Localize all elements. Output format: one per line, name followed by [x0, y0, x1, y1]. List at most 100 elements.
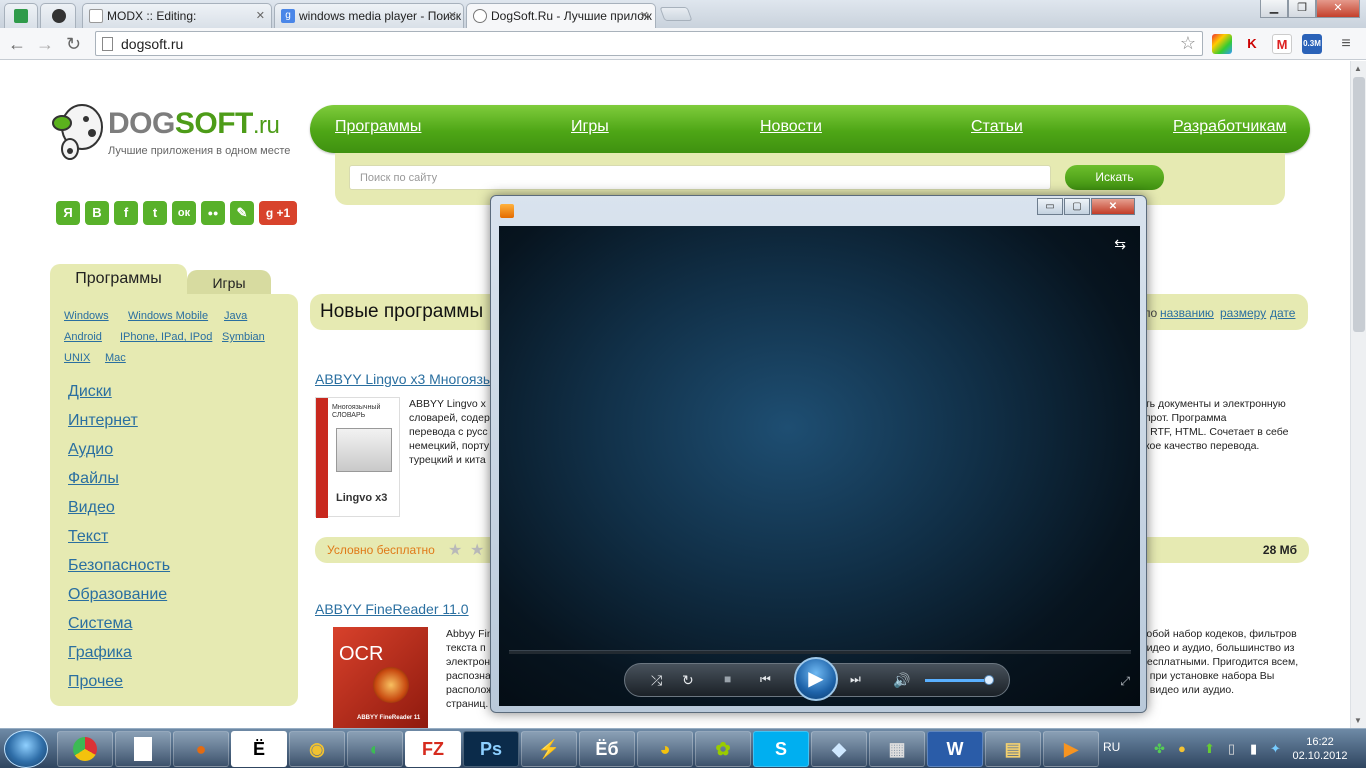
vk-share-icon[interactable]: В: [85, 201, 109, 225]
nav-games[interactable]: Игры: [571, 118, 609, 136]
forward-arrow-icon[interactable]: →: [36, 34, 54, 55]
nav-developers[interactable]: Разработчикам: [1173, 118, 1287, 136]
category-files[interactable]: Файлы: [68, 470, 119, 488]
os-link-windows-mobile[interactable]: Windows Mobile: [128, 310, 208, 322]
nav-articles[interactable]: Статьи: [971, 118, 1023, 136]
shuffle-icon[interactable]: ⤮: [651, 672, 662, 689]
os-link-java[interactable]: Java: [224, 310, 247, 322]
os-link-windows[interactable]: Windows: [64, 310, 109, 322]
taskbar-media-player-icon[interactable]: ▶: [1043, 731, 1099, 767]
scroll-up-icon[interactable]: ▲: [1354, 64, 1362, 73]
sort-by-size[interactable]: размеру: [1220, 306, 1266, 320]
search-button[interactable]: Искать: [1065, 165, 1164, 190]
facebook-share-icon[interactable]: f: [114, 201, 138, 225]
seek-bar[interactable]: [509, 650, 1131, 654]
next-icon[interactable]: ⏭: [850, 672, 861, 687]
tray-device-icon[interactable]: ▯: [1228, 741, 1235, 757]
volume-slider-knob[interactable]: [984, 675, 994, 685]
program-title-finereader[interactable]: ABBYY FineReader 11.0: [315, 601, 469, 617]
tray-chat-icon[interactable]: ●: [1178, 741, 1186, 756]
extension-k-icon[interactable]: K: [1242, 34, 1262, 54]
taskbar-photoshop-icon[interactable]: Ps: [463, 731, 519, 767]
category-internet[interactable]: Интернет: [68, 412, 138, 430]
os-link-iphone[interactable]: IPhone, IPad, IPod: [120, 331, 212, 343]
google-plus-one-button[interactable]: g +1: [259, 201, 297, 225]
taskbar-seo-app-icon[interactable]: ◕: [637, 731, 693, 767]
category-text[interactable]: Текст: [68, 528, 108, 546]
bookmark-star-icon[interactable]: ☆: [1180, 33, 1196, 54]
tab-pinned-bomb[interactable]: [40, 3, 76, 28]
stop-icon[interactable]: ■: [724, 672, 731, 686]
close-tab-icon[interactable]: ✕: [448, 9, 457, 22]
tab-dogsoft[interactable]: DogSoft.Ru - Лучшие прилож ✕: [466, 3, 656, 29]
tab-programs[interactable]: Программы: [50, 264, 187, 296]
category-audio[interactable]: Аудио: [68, 441, 113, 459]
taskbar-green-app-icon[interactable]: ◐: [347, 731, 403, 767]
category-video[interactable]: Видео: [68, 499, 115, 517]
reload-icon[interactable]: ↻: [66, 34, 81, 55]
odnoklassniki-share-icon[interactable]: ок: [172, 201, 196, 225]
os-link-mac[interactable]: Mac: [105, 352, 126, 364]
taskbar-yo-editor-icon[interactable]: Ë: [231, 731, 287, 767]
finereader-box-image[interactable]: OCR ABBYY FineReader 11: [333, 627, 428, 728]
player-close-button[interactable]: ✕: [1091, 198, 1135, 215]
menu-icon[interactable]: ≡: [1336, 34, 1356, 54]
category-education[interactable]: Образование: [68, 586, 167, 604]
system-clock[interactable]: 16:22 02.10.2012: [1290, 735, 1350, 763]
taskbar-yo-app-icon[interactable]: Ёб: [579, 731, 635, 767]
language-indicator[interactable]: RU: [1103, 740, 1120, 754]
taskbar-notepad-icon[interactable]: [115, 731, 171, 767]
tray-arrow-icon[interactable]: ⬆: [1204, 741, 1215, 757]
window-close-button[interactable]: ✕: [1316, 0, 1360, 18]
tab-pinned-sheets[interactable]: [4, 3, 38, 28]
moimir-share-icon[interactable]: ●●: [201, 201, 225, 225]
tray-network-icon[interactable]: ▮: [1250, 741, 1257, 757]
gmail-icon[interactable]: M: [1272, 34, 1292, 54]
player-maximize-button[interactable]: ▢: [1064, 198, 1090, 215]
new-tab-button[interactable]: [659, 7, 693, 21]
os-link-unix[interactable]: UNIX: [64, 352, 90, 364]
livejournal-share-icon[interactable]: ✎: [230, 201, 254, 225]
taskbar-chat-icon[interactable]: ◉: [289, 731, 345, 767]
sort-by-date[interactable]: дате: [1270, 306, 1295, 320]
program-title-lingvo[interactable]: ABBYY Lingvo x3 Многоязы: [315, 371, 493, 387]
yandex-share-icon[interactable]: Я: [56, 201, 80, 225]
taskbar-filezilla-icon[interactable]: FZ: [405, 731, 461, 767]
category-security[interactable]: Безопасность: [68, 557, 170, 575]
taskbar-lightning-app-icon[interactable]: ⚡: [521, 731, 577, 767]
volume-icon[interactable]: 🔊: [893, 672, 910, 689]
taskbar-calculator-icon[interactable]: ▦: [869, 731, 925, 767]
fullscreen-icon[interactable]: ⤢: [1120, 674, 1130, 689]
taskbar-word-icon[interactable]: W: [927, 731, 983, 767]
nav-programs[interactable]: Программы: [335, 118, 421, 136]
nav-news[interactable]: Новости: [760, 118, 822, 136]
tray-clover-icon[interactable]: ✤: [1154, 741, 1165, 757]
scrollbar-thumb[interactable]: [1353, 77, 1365, 332]
volume-slider[interactable]: [925, 679, 989, 682]
twitter-share-icon[interactable]: t: [143, 201, 167, 225]
play-button[interactable]: ▶: [794, 657, 838, 701]
category-other[interactable]: Прочее: [68, 673, 123, 691]
media-player-window[interactable]: ▭ ▢ ✕ ⇆ ⤮ ↻ ■ ⏮ ▶ ⏭ 🔊 ⤢: [490, 195, 1147, 713]
rating-star-icon[interactable]: ★: [470, 540, 484, 560]
site-logo[interactable]: DOGSOFT.ru Лучшие приложения в одном мес…: [48, 97, 298, 167]
os-link-symbian[interactable]: Symbian: [222, 331, 265, 343]
repeat-icon[interactable]: ↻: [682, 672, 694, 689]
taskbar-chrome-icon[interactable]: [57, 731, 113, 767]
video-area[interactable]: ⇆ ⤮ ↻ ■ ⏮ ▶ ⏭ 🔊 ⤢: [499, 226, 1140, 706]
start-button[interactable]: [4, 730, 48, 768]
scroll-down-icon[interactable]: ▼: [1354, 716, 1362, 725]
search-input[interactable]: Поиск по сайту: [349, 165, 1051, 190]
extension-badge-icon[interactable]: 0.3M: [1302, 34, 1322, 54]
category-disks[interactable]: Диски: [68, 383, 112, 401]
tab-google-search[interactable]: g windows media player - Поиск ✕: [274, 3, 464, 28]
switch-to-library-icon[interactable]: ⇆: [1114, 236, 1126, 253]
tray-dropbox-icon[interactable]: ✦: [1270, 741, 1281, 757]
category-graphics[interactable]: Графика: [68, 644, 132, 662]
player-minimize-button[interactable]: ▭: [1037, 198, 1063, 215]
tab-games[interactable]: Игры: [187, 270, 271, 296]
category-system[interactable]: Система: [68, 615, 132, 633]
address-bar[interactable]: dogsoft.ru ☆: [95, 31, 1203, 56]
window-minimize-button[interactable]: ▁: [1260, 0, 1288, 18]
rating-star-icon[interactable]: ★: [448, 540, 462, 560]
